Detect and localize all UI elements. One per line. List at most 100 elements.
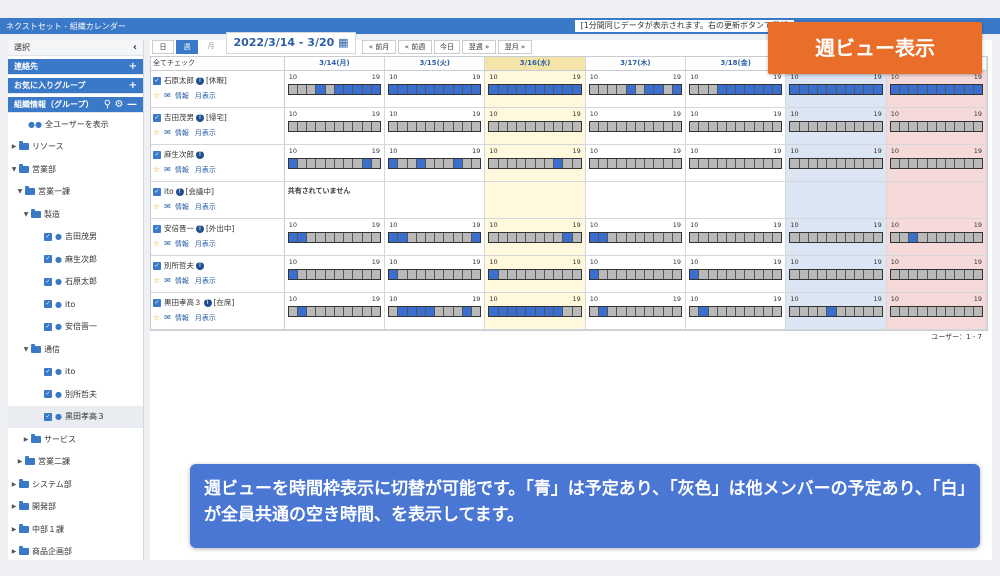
tree-item[interactable]: ▶ サービス: [8, 428, 143, 451]
time-slot[interactable]: [407, 159, 417, 168]
time-slot[interactable]: [589, 233, 599, 242]
time-slot[interactable]: [799, 307, 809, 316]
time-slot[interactable]: [654, 270, 664, 279]
time-slot[interactable]: [955, 159, 965, 168]
time-slot[interactable]: [699, 233, 709, 242]
time-slot[interactable]: [498, 233, 508, 242]
time-slot[interactable]: [763, 270, 774, 279]
time-slot[interactable]: [325, 122, 335, 131]
time-slot[interactable]: [708, 270, 718, 279]
time-slot[interactable]: [936, 307, 947, 316]
time-slot[interactable]: [389, 122, 399, 131]
time-slot[interactable]: [645, 233, 655, 242]
time-slot[interactable]: [927, 122, 937, 131]
time-slot[interactable]: [544, 270, 555, 279]
time-slot[interactable]: [946, 233, 956, 242]
time-slot[interactable]: [873, 85, 882, 94]
time-slot[interactable]: [918, 122, 928, 131]
time-slot[interactable]: [873, 122, 882, 131]
time-slot[interactable]: [489, 85, 499, 94]
time-slot[interactable]: [855, 159, 865, 168]
day-cell[interactable]: 10 19: [886, 108, 988, 144]
time-slot[interactable]: [645, 270, 655, 279]
time-slot[interactable]: [873, 159, 882, 168]
time-slot[interactable]: [617, 159, 627, 168]
day-cell[interactable]: 10 19: [285, 145, 386, 181]
time-slot[interactable]: [955, 85, 965, 94]
day-cell[interactable]: 10 19: [886, 71, 988, 107]
time-slot[interactable]: [635, 233, 646, 242]
time-slot[interactable]: [864, 233, 874, 242]
tree-item[interactable]: ✓ ● 別所哲夫: [8, 383, 143, 406]
time-slot[interactable]: [535, 233, 545, 242]
time-slot[interactable]: [453, 270, 463, 279]
info-link[interactable]: 情報: [175, 91, 189, 101]
time-slot[interactable]: [554, 233, 564, 242]
time-slot[interactable]: [453, 85, 463, 94]
time-slot[interactable]: [398, 85, 408, 94]
day-cell[interactable]: 10 19: [586, 293, 687, 329]
user-name[interactable]: 安倍晋一: [164, 223, 194, 234]
time-slot[interactable]: [690, 233, 700, 242]
time-slot[interactable]: [899, 85, 910, 94]
week-view-button[interactable]: 週: [176, 40, 198, 54]
time-slot[interactable]: [936, 159, 947, 168]
checkbox-checked[interactable]: ✓: [44, 367, 52, 376]
tree-item[interactable]: ▼ 営業部: [8, 158, 143, 181]
time-slot[interactable]: [672, 85, 682, 94]
time-slot[interactable]: [444, 85, 454, 94]
time-slot[interactable]: [554, 122, 564, 131]
time-slot[interactable]: [416, 159, 427, 168]
time-slot[interactable]: [645, 159, 655, 168]
time-slot[interactable]: [918, 85, 928, 94]
time-slot[interactable]: [371, 307, 381, 316]
time-slot[interactable]: [736, 159, 746, 168]
time-slot[interactable]: [626, 159, 636, 168]
time-slot[interactable]: [736, 307, 746, 316]
info-link[interactable]: 情報: [175, 239, 189, 249]
time-slot[interactable]: [288, 307, 298, 316]
time-slot[interactable]: [572, 233, 581, 242]
day-cell[interactable]: 10 19: [786, 108, 887, 144]
time-slot[interactable]: [608, 159, 618, 168]
time-slot[interactable]: [763, 159, 774, 168]
tree-item[interactable]: ✓ ● 安倍晋一: [8, 316, 143, 339]
time-slot[interactable]: [973, 159, 983, 168]
time-slot[interactable]: [727, 307, 737, 316]
time-slot[interactable]: [899, 307, 910, 316]
time-slot[interactable]: [745, 85, 755, 94]
time-slot[interactable]: [389, 85, 399, 94]
caret-down-icon[interactable]: ▼: [16, 188, 24, 195]
time-slot[interactable]: [645, 122, 655, 131]
time-slot[interactable]: [526, 122, 536, 131]
time-slot[interactable]: [946, 270, 956, 279]
time-slot[interactable]: [763, 122, 774, 131]
time-slot[interactable]: [808, 233, 819, 242]
time-slot[interactable]: [544, 85, 555, 94]
time-slot[interactable]: [808, 159, 819, 168]
time-slot[interactable]: [736, 270, 746, 279]
user-checkbox[interactable]: ✓: [153, 76, 161, 85]
time-slot[interactable]: [472, 85, 481, 94]
month-view-link[interactable]: 月表示: [195, 91, 216, 101]
time-slot[interactable]: [909, 270, 919, 279]
day-cell[interactable]: 10 19: [285, 71, 386, 107]
month-view-link[interactable]: 月表示: [195, 313, 216, 323]
time-slot[interactable]: [836, 233, 846, 242]
time-slot[interactable]: [799, 122, 809, 131]
time-slot[interactable]: [890, 122, 900, 131]
day-cell[interactable]: 10 19: [586, 219, 687, 255]
time-slot[interactable]: [316, 85, 326, 94]
time-slot[interactable]: [654, 307, 664, 316]
time-slot[interactable]: [334, 159, 345, 168]
time-slot[interactable]: [325, 307, 335, 316]
time-slot[interactable]: [808, 270, 819, 279]
time-slot[interactable]: [827, 307, 837, 316]
org-tools-icon[interactable]: ⚲ ⚙ —: [104, 99, 137, 110]
time-slot[interactable]: [964, 233, 974, 242]
month-view-button[interactable]: 月: [200, 40, 222, 54]
star-icon[interactable]: ☆: [153, 128, 160, 137]
time-slot[interactable]: [453, 122, 463, 131]
time-slot[interactable]: [745, 159, 755, 168]
time-slot[interactable]: [845, 233, 856, 242]
